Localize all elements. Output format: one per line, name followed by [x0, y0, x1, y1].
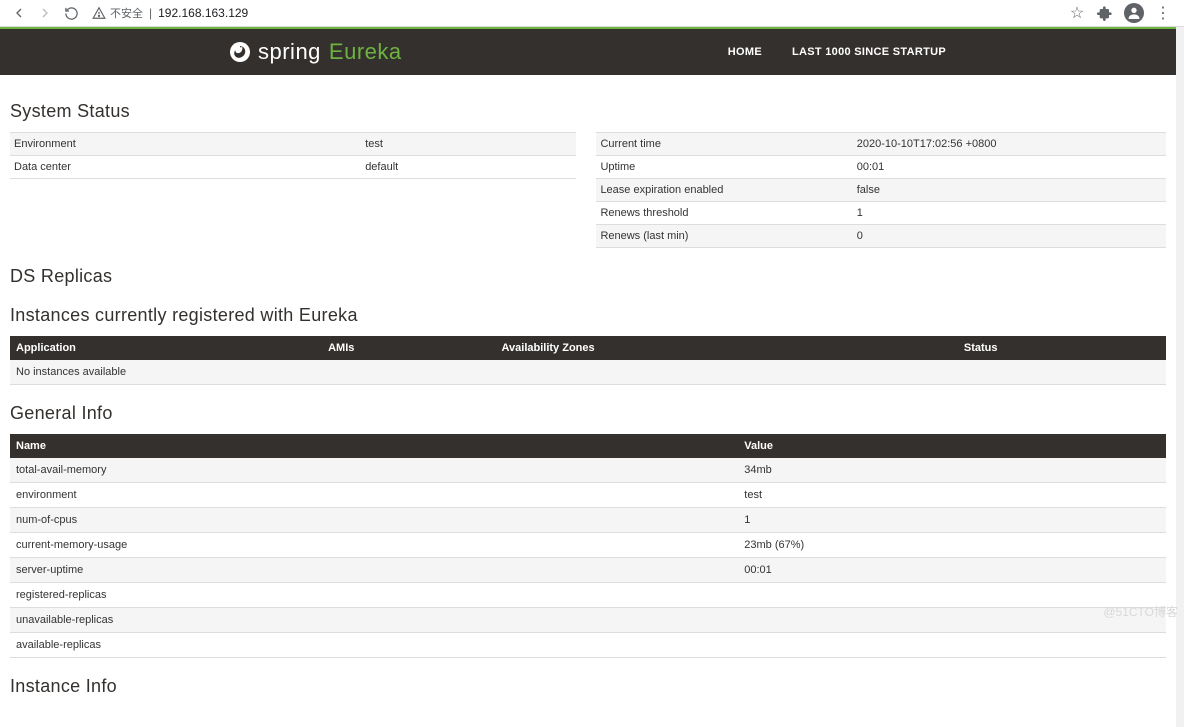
insecure-badge: 不安全 — [92, 5, 143, 21]
forward-button[interactable] — [34, 2, 56, 24]
instances-empty-message: No instances available — [10, 360, 1166, 385]
status-value: false — [853, 179, 1166, 202]
status-key: Current time — [596, 133, 852, 156]
general-info-row: registered-replicas — [10, 583, 1166, 608]
general-info-row: server-uptime00:01 — [10, 558, 1166, 583]
status-key: Renews (last min) — [596, 225, 852, 248]
insecure-label: 不安全 — [110, 5, 143, 21]
general-info-name: unavailable-replicas — [10, 608, 738, 633]
separator: | — [149, 6, 152, 20]
general-info-value — [738, 583, 1166, 608]
heading-instances: Instances currently registered with Eure… — [10, 305, 1166, 326]
general-info-value — [738, 633, 1166, 658]
extensions-icon[interactable] — [1096, 4, 1114, 22]
spring-logo-icon — [230, 42, 250, 62]
star-icon[interactable]: ☆ — [1068, 4, 1086, 22]
general-info-row: unavailable-replicas — [10, 608, 1166, 633]
heading-general-info: General Info — [10, 403, 1166, 424]
brand-spring-text: spring — [258, 39, 321, 65]
back-button[interactable] — [8, 2, 30, 24]
status-key: Lease expiration enabled — [596, 179, 852, 202]
heading-ds-replicas: DS Replicas — [10, 266, 1166, 287]
nav-link-startup[interactable]: LAST 1000 SINCE STARTUP — [792, 46, 946, 58]
general-info-name: available-replicas — [10, 633, 738, 658]
general-info-row: available-replicas — [10, 633, 1166, 658]
menu-icon[interactable]: ⋮ — [1154, 4, 1172, 22]
status-value: 00:01 — [853, 156, 1166, 179]
nav-links: HOME LAST 1000 SINCE STARTUP — [728, 46, 946, 58]
instances-header-row: Application AMIs Availability Zones Stat… — [10, 336, 1166, 360]
status-row: Data centerdefault — [10, 156, 576, 179]
status-value: default — [361, 156, 576, 179]
status-row: Current time2020-10-10T17:02:56 +0800 — [596, 133, 1166, 156]
status-row: Uptime00:01 — [596, 156, 1166, 179]
col-application: Application — [10, 336, 322, 360]
general-info-name: environment — [10, 483, 738, 508]
status-value: test — [361, 133, 576, 156]
status-key: Uptime — [596, 156, 852, 179]
general-info-row: total-avail-memory34mb — [10, 458, 1166, 483]
col-value: Value — [738, 434, 1166, 458]
status-row: Renews threshold1 — [596, 202, 1166, 225]
instances-empty-row: No instances available — [10, 360, 1166, 385]
general-info-name: current-memory-usage — [10, 533, 738, 558]
url-text: 192.168.163.129 — [158, 6, 248, 20]
general-info-row: environmenttest — [10, 483, 1166, 508]
col-status: Status — [958, 336, 1166, 360]
col-amis: AMIs — [322, 336, 495, 360]
col-availability-zones: Availability Zones — [496, 336, 958, 360]
general-info-name: total-avail-memory — [10, 458, 738, 483]
reload-button[interactable] — [60, 2, 82, 24]
instances-table: Application AMIs Availability Zones Stat… — [10, 336, 1166, 385]
profile-avatar[interactable] — [1124, 3, 1144, 23]
browser-toolbar: 不安全 | 192.168.163.129 ☆ ⋮ — [0, 0, 1184, 27]
col-name: Name — [10, 434, 738, 458]
general-info-value: test — [738, 483, 1166, 508]
status-value: 2020-10-10T17:02:56 +0800 — [853, 133, 1166, 156]
general-info-value — [738, 608, 1166, 633]
status-key: Environment — [10, 133, 361, 156]
status-row: Lease expiration enabledfalse — [596, 179, 1166, 202]
general-info-value: 00:01 — [738, 558, 1166, 583]
brand-eureka-text: Eureka — [329, 39, 402, 65]
status-key: Data center — [10, 156, 361, 179]
system-status-columns: EnvironmenttestData centerdefault Curren… — [10, 132, 1166, 248]
heading-system-status: System Status — [10, 101, 1166, 122]
general-info-name: registered-replicas — [10, 583, 738, 608]
general-info-value: 1 — [738, 508, 1166, 533]
general-info-value: 23mb (67%) — [738, 533, 1166, 558]
general-info-value: 34mb — [738, 458, 1166, 483]
general-info-row: current-memory-usage23mb (67%) — [10, 533, 1166, 558]
status-row: Environmenttest — [10, 133, 576, 156]
general-info-name: num-of-cpus — [10, 508, 738, 533]
brand[interactable]: spring Eureka — [230, 39, 402, 65]
address-bar[interactable]: 不安全 | 192.168.163.129 — [92, 5, 1064, 21]
system-status-right-table: Current time2020-10-10T17:02:56 +0800Upt… — [596, 132, 1166, 248]
general-info-name: server-uptime — [10, 558, 738, 583]
status-key: Renews threshold — [596, 202, 852, 225]
general-info-header-row: Name Value — [10, 434, 1166, 458]
status-row: Renews (last min)0 — [596, 225, 1166, 248]
nav-link-home[interactable]: HOME — [728, 46, 762, 58]
app-navbar: spring Eureka HOME LAST 1000 SINCE START… — [0, 27, 1176, 75]
heading-instance-info: Instance Info — [10, 676, 1166, 697]
general-info-row: num-of-cpus1 — [10, 508, 1166, 533]
general-info-table: Name Value total-avail-memory34mbenviron… — [10, 434, 1166, 658]
status-value: 0 — [853, 225, 1166, 248]
system-status-left-table: EnvironmenttestData centerdefault — [10, 132, 576, 179]
browser-right-icons: ☆ ⋮ — [1068, 3, 1172, 23]
page-content: System Status EnvironmenttestData center… — [0, 75, 1176, 727]
status-value: 1 — [853, 202, 1166, 225]
